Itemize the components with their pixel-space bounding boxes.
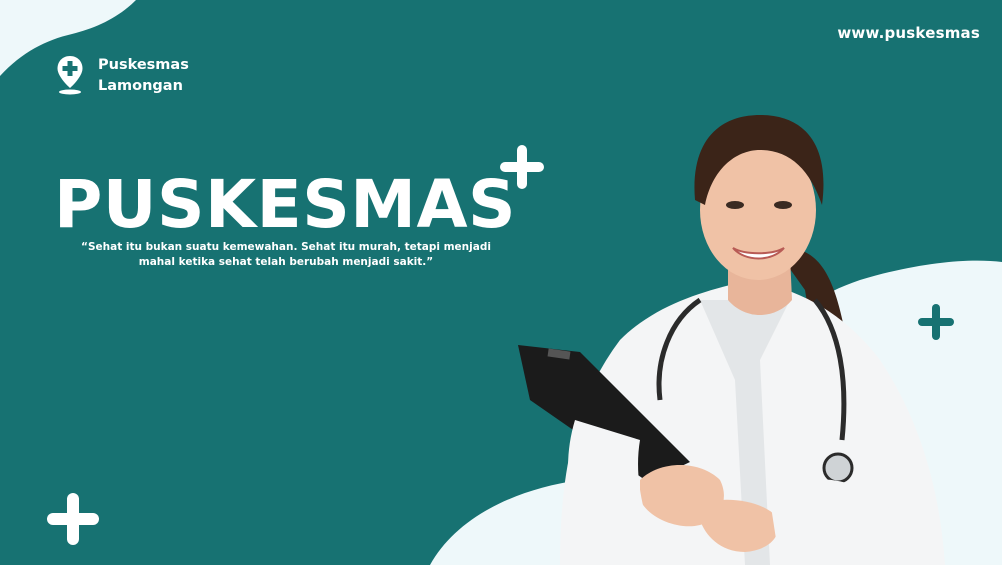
brand-name: Puskesmas Lamongan <box>98 55 189 97</box>
website-url[interactable]: www.puskesmas <box>837 24 980 42</box>
plus-icon <box>500 145 544 189</box>
location-pin-cross-icon <box>57 56 83 95</box>
brand-name-line2: Lamongan <box>98 78 183 94</box>
plus-icon <box>47 493 99 545</box>
slide-canvas: www.puskesmas Puskesmas Lamongan PUSKESM… <box>0 0 1002 565</box>
brand-name-line1: Puskesmas <box>98 57 189 73</box>
hero-quote: “Sehat itu bukan suatu kemewahan. Sehat … <box>81 241 491 268</box>
hero-headline: PUSKESMAS <box>54 166 517 243</box>
brand-block: Puskesmas Lamongan <box>56 55 189 97</box>
plus-icon <box>918 304 954 340</box>
